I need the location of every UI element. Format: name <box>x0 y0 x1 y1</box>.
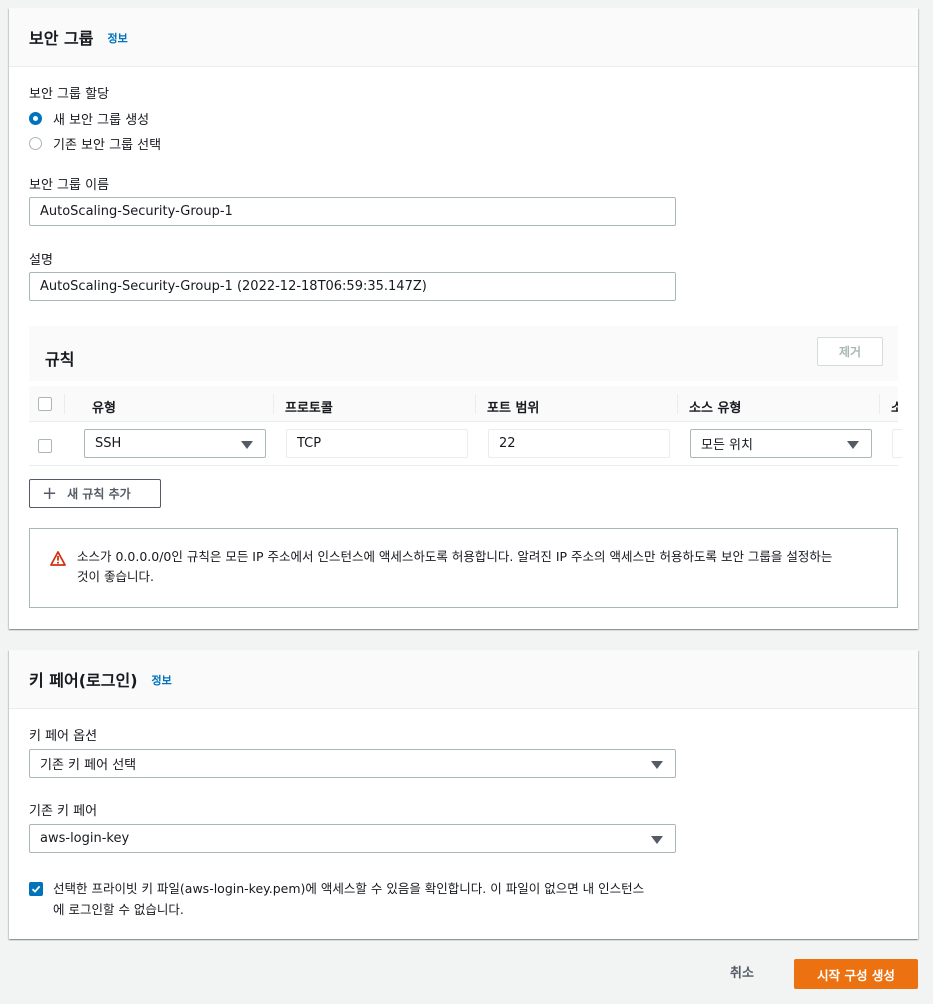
select-all-checkbox[interactable] <box>38 397 52 411</box>
description-label: 설명 <box>29 253 53 268</box>
rule-protocol-value: TCP <box>297 436 322 451</box>
radio-checked-icon[interactable] <box>29 112 42 125</box>
rules-title: 규칙 <box>45 350 75 369</box>
key-pair-option-label: 키 페어 옵션 <box>29 729 98 744</box>
add-rule-label: 새 규칙 추가 <box>67 487 131 501</box>
radio-new-security-group[interactable]: 새 보안 그룹 생성 <box>29 109 149 128</box>
rules-table: 규칙 제거 유형 프로토콜 포트 범위 소스 유형 소 SSH TCP 22 모… <box>29 326 903 466</box>
security-group-assign-label: 보안 그룹 할당 <box>29 87 110 102</box>
existing-key-pair-label: 기존 키 페어 <box>29 804 98 819</box>
acknowledge-checkbox[interactable] <box>29 882 43 896</box>
column-separator <box>475 394 476 414</box>
column-header-port-range: 포트 범위 <box>487 401 540 416</box>
add-rule-button[interactable]: + 새 규칙 추가 <box>29 479 161 508</box>
rule-source-input-partial[interactable] <box>892 429 903 458</box>
radio-unchecked-icon[interactable] <box>29 137 42 150</box>
key-pair-option-select[interactable]: 기존 키 페어 선택 <box>29 749 676 778</box>
rule-port-input: 22 <box>488 429 670 458</box>
rule-source-type-value: 모든 위치 <box>701 438 753 453</box>
column-separator <box>273 394 274 414</box>
radio-existing-label: 기존 보안 그룹 선택 <box>53 138 162 153</box>
security-group-info-link[interactable]: 정보 <box>107 30 127 46</box>
security-group-name-input[interactable]: AutoScaling-Security-Group-1 <box>29 197 676 226</box>
radio-existing-security-group[interactable]: 기존 보안 그룹 선택 <box>29 134 161 153</box>
plus-icon: + <box>42 482 58 504</box>
acknowledge-text-line1: 선택한 프라이빗 키 파일(aws-login-key.pem)에 액세스할 수… <box>53 881 645 896</box>
security-group-title: 보안 그룹 <box>29 29 94 48</box>
key-pair-info-link[interactable]: 정보 <box>152 672 172 688</box>
create-launch-configuration-button[interactable]: 시작 구성 생성 <box>794 959 918 989</box>
key-pair-panel: 키 페어(로그인) 정보 키 페어 옵션 기존 키 페어 선택 기존 키 페어 … <box>9 650 918 939</box>
acknowledge-text: 선택한 프라이빗 키 파일(aws-login-key.pem)에 액세스할 수… <box>53 878 673 920</box>
description-input[interactable]: AutoScaling-Security-Group-1 (2022-12-18… <box>29 272 676 301</box>
row-checkbox[interactable] <box>38 439 52 453</box>
column-separator <box>64 394 65 414</box>
column-separator <box>879 394 880 414</box>
checkmark-icon <box>31 885 41 893</box>
security-group-header: 보안 그룹 정보 <box>9 8 918 67</box>
key-pair-header: 키 페어(로그인) 정보 <box>9 650 918 709</box>
table-row: SSH TCP 22 모든 위치 <box>29 423 903 466</box>
rule-source-type-select[interactable]: 모든 위치 <box>690 429 872 458</box>
warning-icon <box>50 551 66 566</box>
column-separator <box>677 394 678 414</box>
warning-alert: 소스가 0.0.0.0/0인 규칙은 모든 IP 주소에서 인스턴스에 액세스하… <box>29 528 898 608</box>
security-group-name-value: AutoScaling-Security-Group-1 <box>40 204 233 219</box>
column-header-type: 유형 <box>92 401 116 416</box>
column-header-protocol: 프로토콜 <box>285 401 333 416</box>
remove-rule-button[interactable]: 제거 <box>817 337 883 366</box>
rule-type-value: SSH <box>95 436 122 451</box>
cancel-button[interactable]: 취소 <box>730 962 754 986</box>
rules-column-header-row: 유형 프로토콜 포트 범위 소스 유형 소 <box>29 386 898 422</box>
warning-text-line2: 것이 좋습니다. <box>77 569 154 584</box>
caret-down-icon <box>651 836 663 844</box>
caret-down-icon <box>241 441 253 449</box>
existing-key-pair-select[interactable]: aws-login-key <box>29 824 676 853</box>
rule-protocol-input: TCP <box>286 429 468 458</box>
security-group-name-label: 보안 그룹 이름 <box>29 178 110 193</box>
column-header-source-partial: 소 <box>891 401 898 416</box>
caret-down-icon <box>651 761 663 769</box>
key-pair-title: 키 페어(로그인) <box>29 671 138 690</box>
radio-new-label: 새 보안 그룹 생성 <box>53 113 150 128</box>
rule-port-value: 22 <box>499 436 516 451</box>
rule-type-select[interactable]: SSH <box>84 429 266 458</box>
warning-text: 소스가 0.0.0.0/0인 규칙은 모든 IP 주소에서 인스턴스에 액세스하… <box>77 547 877 587</box>
caret-down-icon <box>847 441 859 449</box>
key-pair-option-value: 기존 키 페어 선택 <box>40 758 137 773</box>
acknowledge-text-line2: 에 로그인할 수 없습니다. <box>53 902 184 917</box>
security-group-panel: 보안 그룹 정보 보안 그룹 할당 새 보안 그룹 생성 기존 보안 그룹 선택… <box>9 8 918 629</box>
description-value: AutoScaling-Security-Group-1 (2022-12-18… <box>40 279 427 294</box>
existing-key-pair-value: aws-login-key <box>40 831 130 846</box>
rules-header: 규칙 제거 <box>29 326 898 381</box>
warning-text-line1: 소스가 0.0.0.0/0인 규칙은 모든 IP 주소에서 인스턴스에 액세스하… <box>77 549 833 564</box>
column-header-source-type: 소스 유형 <box>689 401 742 416</box>
